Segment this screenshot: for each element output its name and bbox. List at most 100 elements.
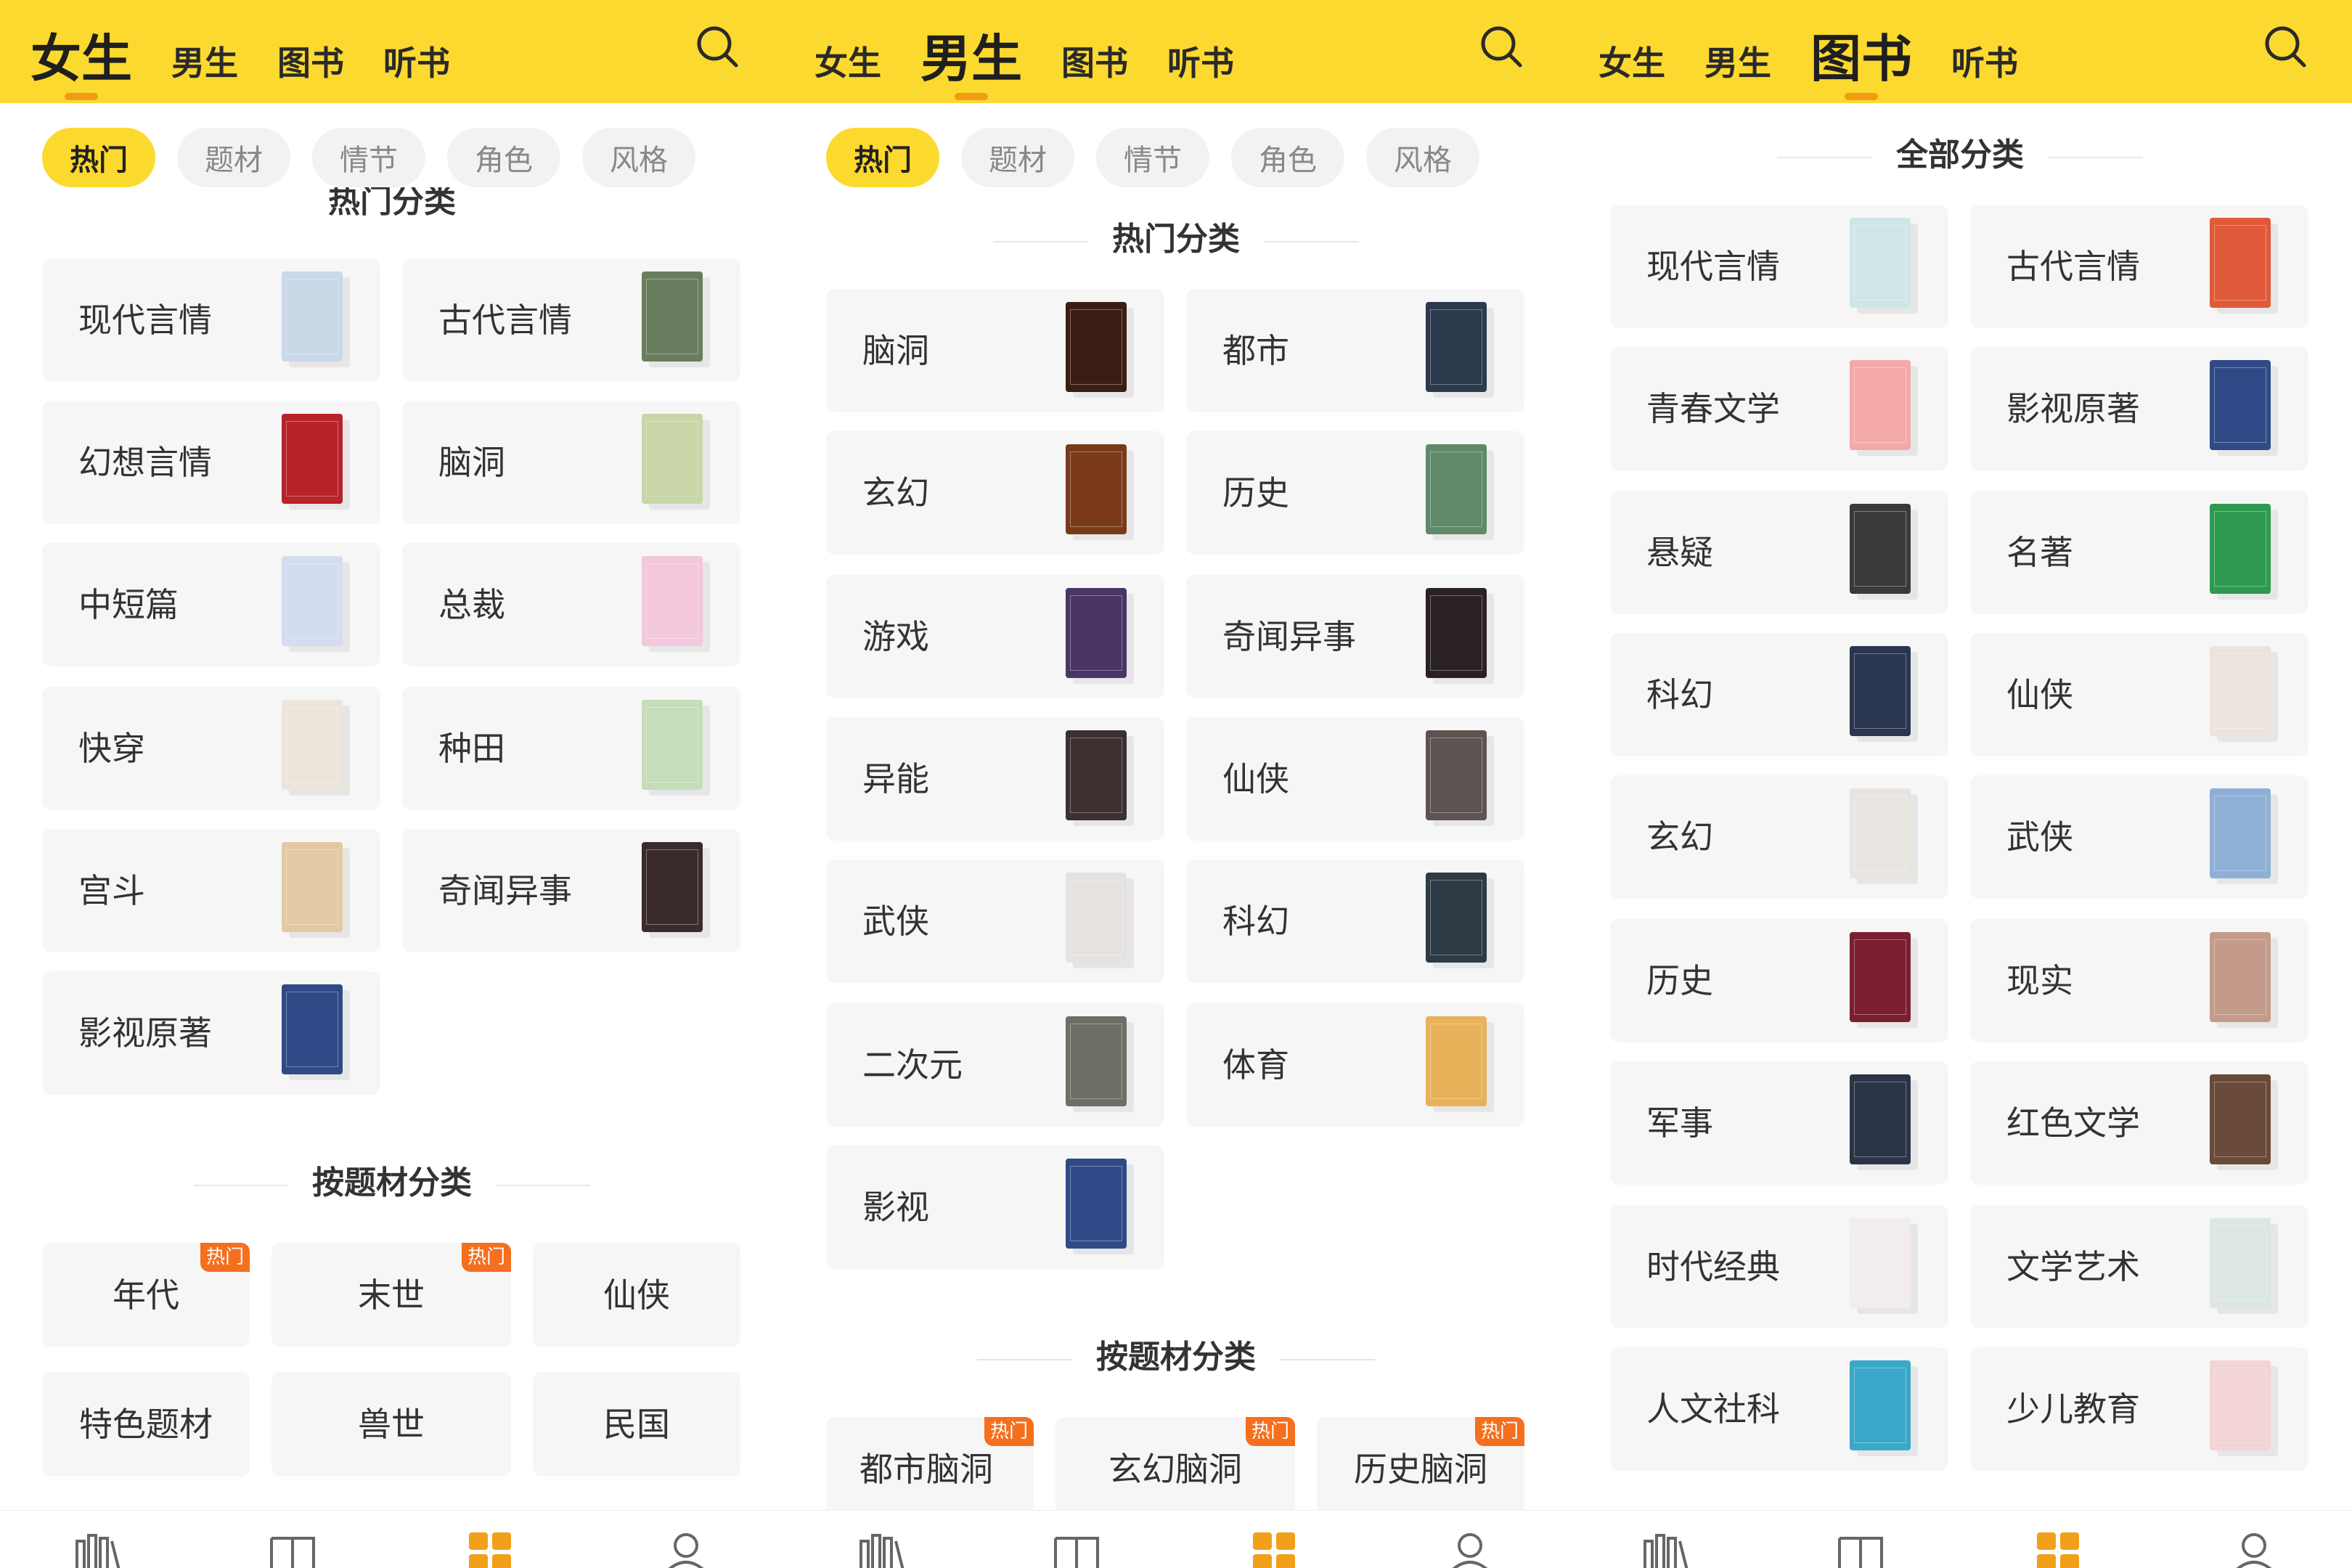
category-card[interactable]: 悬疑: [1610, 491, 1948, 614]
chip-role[interactable]: 角色: [447, 128, 560, 187]
category-icon[interactable]: [465, 1531, 515, 1568]
category-card[interactable]: 二次元: [826, 1003, 1164, 1127]
tab-audio[interactable]: 听书: [1951, 46, 2018, 86]
category-card[interactable]: 现实: [1970, 919, 2308, 1042]
category-card[interactable]: 军事: [1610, 1061, 1948, 1185]
subject-card[interactable]: 民国: [533, 1372, 740, 1477]
category-card[interactable]: 古代言情: [402, 258, 740, 382]
book-cover: [1850, 504, 1911, 594]
chip-plot[interactable]: 情节: [312, 128, 425, 187]
book-cover: [1066, 873, 1127, 963]
top-header: 女生 男生 图书 听书: [0, 0, 784, 103]
category-card[interactable]: 科幻: [1186, 859, 1524, 983]
category-card[interactable]: 少儿教育: [1970, 1347, 2308, 1471]
category-card[interactable]: 青春文学: [1610, 347, 1948, 470]
category-card[interactable]: 脑洞: [402, 401, 740, 524]
category-card[interactable]: 文学艺术: [1970, 1205, 2308, 1328]
chip-subject[interactable]: 题材: [177, 128, 290, 187]
category-card[interactable]: 都市: [1186, 289, 1524, 412]
category-card[interactable]: 体育: [1186, 1003, 1524, 1127]
category-card[interactable]: 仙侠: [1186, 717, 1524, 841]
category-card[interactable]: 幻想言情: [42, 401, 380, 524]
category-card[interactable]: 名著: [1970, 491, 2308, 614]
category-card[interactable]: 奇闻异事: [402, 829, 740, 952]
search-icon[interactable]: [694, 23, 742, 71]
chip-role[interactable]: 角色: [1231, 128, 1344, 187]
category-card[interactable]: 仙侠: [1970, 633, 2308, 756]
category-card[interactable]: 科幻: [1610, 633, 1948, 756]
tab-audio[interactable]: 听书: [383, 46, 450, 86]
category-label: 影视原著: [78, 1013, 212, 1053]
chip-hot[interactable]: 热门: [826, 128, 939, 187]
category-icon[interactable]: [2033, 1531, 2083, 1568]
profile-icon[interactable]: [2229, 1531, 2279, 1568]
subject-card[interactable]: 兽世: [271, 1372, 511, 1477]
category-icon[interactable]: [1249, 1531, 1299, 1568]
category-card[interactable]: 现代言情: [1610, 205, 1948, 328]
chip-hot[interactable]: 热门: [42, 128, 155, 187]
category-card[interactable]: 快穿: [42, 687, 380, 810]
book-icon[interactable]: [267, 1531, 318, 1568]
category-card[interactable]: 现代言情: [42, 258, 380, 382]
tab-female[interactable]: 女生: [1598, 46, 1665, 86]
category-card[interactable]: 奇闻异事: [1186, 575, 1524, 698]
subject-card[interactable]: 玄幻脑洞 热门: [1055, 1417, 1295, 1522]
category-card[interactable]: 种田: [402, 687, 740, 810]
bottom-nav: [1568, 1510, 2352, 1568]
tab-male[interactable]: 男生: [920, 33, 1022, 100]
tab-audio[interactable]: 听书: [1167, 46, 1234, 86]
profile-icon[interactable]: [1445, 1531, 1495, 1568]
category-card[interactable]: 影视: [826, 1146, 1164, 1269]
search-icon[interactable]: [1478, 23, 1526, 71]
category-card[interactable]: 武侠: [1970, 775, 2308, 899]
category-card[interactable]: 影视原著: [1970, 347, 2308, 470]
chip-subject[interactable]: 题材: [961, 128, 1074, 187]
category-card[interactable]: 玄幻: [1610, 775, 1948, 899]
category-label: 少儿教育: [2006, 1389, 2140, 1429]
category-card[interactable]: 人文社科: [1610, 1347, 1948, 1471]
profile-icon[interactable]: [661, 1531, 711, 1568]
category-card[interactable]: 脑洞: [826, 289, 1164, 412]
subject-card[interactable]: 年代 热门: [42, 1243, 250, 1347]
chip-style[interactable]: 风格: [1366, 128, 1479, 187]
category-card[interactable]: 游戏: [826, 575, 1164, 698]
category-label: 游戏: [862, 617, 929, 656]
subject-card[interactable]: 仙侠: [533, 1243, 740, 1347]
category-card[interactable]: 历史: [1186, 431, 1524, 555]
tab-books[interactable]: 图书: [1061, 46, 1128, 86]
book-icon[interactable]: [1835, 1531, 1886, 1568]
bookshelf-icon[interactable]: [857, 1531, 907, 1568]
subject-card[interactable]: 都市脑洞 热门: [826, 1417, 1034, 1522]
section-title-text: 全部分类: [1896, 136, 2024, 173]
category-card[interactable]: 红色文学: [1970, 1061, 2308, 1185]
bookshelf-icon[interactable]: [1641, 1531, 1691, 1568]
category-card[interactable]: 宫斗: [42, 829, 380, 952]
section-title-text: 热门分类: [1112, 221, 1240, 258]
search-icon[interactable]: [2262, 23, 2310, 71]
chip-plot[interactable]: 情节: [1096, 128, 1209, 187]
book-icon[interactable]: [1051, 1531, 1102, 1568]
category-card[interactable]: 玄幻: [826, 431, 1164, 555]
category-card[interactable]: 武侠: [826, 859, 1164, 983]
category-card[interactable]: 时代经典: [1610, 1205, 1948, 1328]
tab-books[interactable]: 图书: [277, 46, 344, 86]
panel-books: 女生 男生 图书 听书 全部分类 现代言情 古代言情 青春文学 影视原著 悬疑 …: [1568, 0, 2352, 1568]
category-card[interactable]: 异能: [826, 717, 1164, 841]
subject-card[interactable]: 历史脑洞 热门: [1317, 1417, 1524, 1522]
tab-books[interactable]: 图书: [1810, 33, 1912, 100]
bookshelf-icon[interactable]: [73, 1531, 123, 1568]
tab-male[interactable]: 男生: [1704, 46, 1771, 86]
category-card[interactable]: 总裁: [402, 543, 740, 666]
category-card[interactable]: 影视原著: [42, 971, 380, 1095]
tab-female[interactable]: 女生: [30, 33, 132, 100]
subject-card[interactable]: 特色题材: [42, 1372, 250, 1477]
tab-male[interactable]: 男生: [171, 46, 238, 86]
category-card[interactable]: 中短篇: [42, 543, 380, 666]
tab-female[interactable]: 女生: [814, 46, 881, 86]
category-card[interactable]: 古代言情: [1970, 205, 2308, 328]
chip-style[interactable]: 风格: [582, 128, 695, 187]
subject-card[interactable]: 末世 热门: [271, 1243, 511, 1347]
category-label: 现代言情: [1646, 247, 1780, 286]
category-label: 武侠: [862, 902, 929, 941]
category-card[interactable]: 历史: [1610, 919, 1948, 1042]
